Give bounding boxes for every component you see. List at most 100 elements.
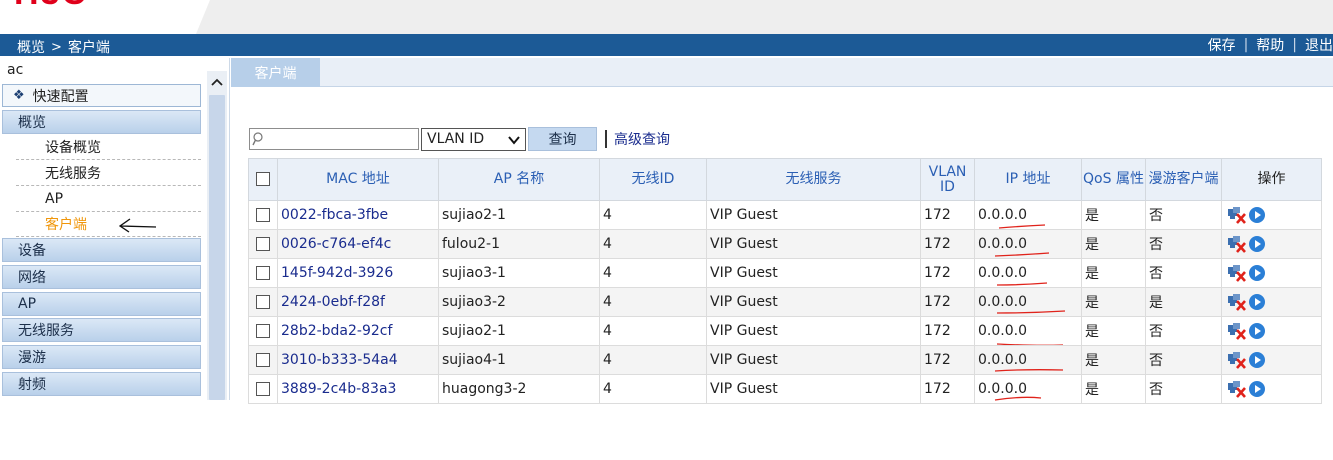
red-underline-annotation bbox=[996, 310, 1066, 314]
disconnect-client-icon[interactable] bbox=[1227, 264, 1247, 282]
sidebar-section-network[interactable]: 网络 bbox=[2, 265, 201, 289]
filter-selected-value: VLAN ID bbox=[427, 131, 485, 147]
disconnect-client-icon[interactable] bbox=[1227, 235, 1247, 253]
vlan-cell: 172 bbox=[920, 374, 975, 404]
table-row[interactable]: 0022-fbca-3fbe sujiao2-1 4 VIP Guest 172 0.0.… bbox=[248, 200, 1322, 230]
sidebar-item-device-overview[interactable]: 设备概览 bbox=[16, 134, 201, 160]
mac-cell[interactable]: 2424-0ebf-f28f bbox=[277, 287, 439, 317]
sidebar: ac ❖ 快速配置 概览 设备概览 无线服务 AP 客户端 设备 网络 AP 无… bbox=[0, 58, 230, 400]
row-checkbox[interactable] bbox=[256, 295, 270, 309]
vlan-cell: 172 bbox=[920, 200, 975, 230]
table-row[interactable]: 2424-0ebf-f28f sujiao3-2 4 VIP Guest 172 0.0.… bbox=[248, 287, 1322, 317]
play-circle-icon[interactable] bbox=[1248, 293, 1266, 311]
header-roaming[interactable]: 漫游客户端 bbox=[1145, 158, 1222, 201]
actions-cell bbox=[1221, 374, 1322, 404]
sidebar-section-device[interactable]: 设备 bbox=[2, 238, 201, 262]
play-circle-icon[interactable] bbox=[1248, 235, 1266, 253]
play-circle-icon[interactable] bbox=[1248, 264, 1266, 282]
mac-cell[interactable]: 0026-c764-ef4c bbox=[277, 229, 439, 259]
disconnect-client-icon[interactable] bbox=[1227, 351, 1247, 369]
mac-cell[interactable]: 3010-b333-54a4 bbox=[277, 345, 439, 375]
row-select-cell bbox=[248, 316, 278, 346]
breadcrumb-item-overview[interactable]: 概览 bbox=[17, 37, 45, 57]
select-all-checkbox[interactable] bbox=[256, 172, 270, 186]
roaming-cell: 否 bbox=[1145, 200, 1222, 230]
tab-strip: 客户端 bbox=[231, 58, 1333, 87]
tab-clients[interactable]: 客户端 bbox=[231, 58, 320, 87]
disconnect-client-icon[interactable] bbox=[1227, 293, 1247, 311]
search-input[interactable] bbox=[249, 128, 419, 150]
ip-cell: 0.0.0.0 bbox=[974, 258, 1082, 288]
scrollbar-thumb[interactable] bbox=[209, 95, 225, 400]
ap-name-cell: sujiao3-2 bbox=[438, 287, 600, 317]
disconnect-client-icon[interactable] bbox=[1227, 206, 1247, 224]
sidebar-section-roaming[interactable]: 漫游 bbox=[2, 345, 201, 369]
disconnect-client-icon[interactable] bbox=[1227, 322, 1247, 340]
header-ap-name[interactable]: AP 名称 bbox=[438, 158, 600, 201]
advanced-query-link[interactable]: 高级查询 bbox=[614, 129, 670, 149]
play-circle-icon[interactable] bbox=[1248, 351, 1266, 369]
row-checkbox[interactable] bbox=[256, 353, 270, 367]
header-wireless-service[interactable]: 无线服务 bbox=[706, 158, 921, 201]
vlan-cell: 172 bbox=[920, 287, 975, 317]
table-row[interactable]: 3010-b333-54a4 sujiao4-1 4 VIP Guest 172 0.0.… bbox=[248, 345, 1322, 375]
red-underline-annotation bbox=[994, 252, 1050, 257]
row-checkbox[interactable] bbox=[256, 237, 270, 251]
sidebar-section-overview[interactable]: 概览 bbox=[2, 110, 201, 134]
sidebar-section-ap[interactable]: AP bbox=[2, 292, 201, 316]
actions-cell bbox=[1221, 200, 1322, 230]
header-mac[interactable]: MAC 地址 bbox=[277, 158, 439, 201]
filter-select[interactable]: VLAN ID bbox=[421, 127, 526, 151]
disconnect-client-icon[interactable] bbox=[1227, 380, 1247, 398]
wlan-id-cell: 4 bbox=[599, 345, 707, 375]
table-row[interactable]: 28b2-bda2-92cf sujiao2-1 4 VIP Guest 172 0.0.… bbox=[248, 316, 1322, 346]
ap-name-cell: sujiao2-1 bbox=[438, 316, 600, 346]
table-row[interactable]: 0026-c764-ef4c fulou2-1 4 VIP Guest 172 0.0.0… bbox=[248, 229, 1322, 259]
row-checkbox[interactable] bbox=[256, 208, 270, 222]
sidebar-section-wireless-service[interactable]: 无线服务 bbox=[2, 318, 201, 342]
actions-cell bbox=[1221, 229, 1322, 259]
link-divider: | bbox=[1292, 37, 1297, 53]
link-divider: | bbox=[1243, 37, 1249, 53]
qos-cell: 是 bbox=[1081, 345, 1146, 375]
sidebar-item-ap[interactable]: AP bbox=[16, 186, 201, 212]
mac-cell[interactable]: 145f-942d-3926 bbox=[277, 258, 439, 288]
play-circle-icon[interactable] bbox=[1248, 206, 1266, 224]
scroll-up-icon[interactable] bbox=[207, 71, 227, 93]
sidebar-item-clients[interactable]: 客户端 bbox=[16, 211, 201, 237]
qos-cell: 是 bbox=[1081, 316, 1146, 346]
ip-cell: 0.0.0.0 bbox=[974, 374, 1082, 404]
vlan-cell: 172 bbox=[920, 345, 975, 375]
quick-config-button[interactable]: ❖ 快速配置 bbox=[2, 84, 201, 107]
mac-cell[interactable]: 28b2-bda2-92cf bbox=[277, 316, 439, 346]
header-vlan-id[interactable]: VLAN ID bbox=[920, 158, 975, 201]
play-circle-icon[interactable] bbox=[1248, 380, 1266, 398]
row-checkbox[interactable] bbox=[256, 266, 270, 280]
header-ip[interactable]: IP 地址 bbox=[974, 158, 1082, 201]
device-name: ac bbox=[7, 62, 24, 78]
sidebar-section-radio[interactable]: 射频 bbox=[2, 372, 201, 396]
breadcrumb-separator: > bbox=[51, 39, 62, 55]
query-button[interactable]: 查询 bbox=[528, 127, 597, 151]
table-row[interactable]: 145f-942d-3926 sujiao3-1 4 VIP Guest 172 0.0.… bbox=[248, 258, 1322, 288]
ap-name-cell: sujiao3-1 bbox=[438, 258, 600, 288]
qos-cell: 是 bbox=[1081, 287, 1146, 317]
header-wlan-id[interactable]: 无线ID bbox=[599, 158, 707, 201]
row-checkbox[interactable] bbox=[256, 382, 270, 396]
table-row[interactable]: 3889-2c4b-83a3 huagong3-2 4 VIP Guest 172 0.0… bbox=[248, 374, 1322, 404]
save-link[interactable]: 保存 bbox=[1208, 35, 1236, 55]
sidebar-item-wireless-service[interactable]: 无线服务 bbox=[16, 160, 201, 186]
play-circle-icon[interactable] bbox=[1248, 322, 1266, 340]
help-link[interactable]: 帮助 bbox=[1256, 35, 1284, 55]
mac-cell[interactable]: 0022-fbca-3fbe bbox=[277, 200, 439, 230]
row-checkbox[interactable] bbox=[256, 324, 270, 338]
chevron-down-icon bbox=[508, 135, 520, 145]
breadcrumb: 概览 > 客户端 bbox=[17, 37, 110, 57]
logout-link[interactable]: 退出 bbox=[1305, 35, 1333, 55]
wlan-id-cell: 4 bbox=[599, 258, 707, 288]
mac-cell[interactable]: 3889-2c4b-83a3 bbox=[277, 374, 439, 404]
top-links: 保存 | 帮助 | 退出 bbox=[1208, 35, 1333, 55]
vlan-cell: 172 bbox=[920, 229, 975, 259]
sidebar-scrollbar[interactable] bbox=[207, 71, 227, 400]
header-qos[interactable]: QoS 属性 bbox=[1081, 158, 1146, 201]
